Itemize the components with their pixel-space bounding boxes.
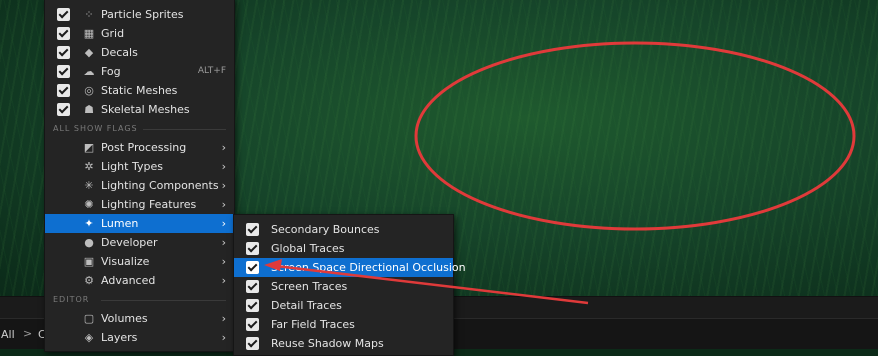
- menu-item-label: Light Types: [101, 160, 163, 173]
- submenu-item-reuse-shadow-maps[interactable]: Reuse Shadow Maps: [234, 334, 453, 353]
- section-header-label: EDITOR: [53, 295, 90, 304]
- checkbox-icon[interactable]: [57, 65, 70, 78]
- menu-item-fog[interactable]: ☁ Fog ALT+F: [45, 62, 234, 81]
- grid-icon: ▦: [83, 27, 95, 40]
- submenu-item-screen-traces[interactable]: Screen Traces: [234, 277, 453, 296]
- section-divider: [143, 129, 226, 130]
- section-divider: [101, 300, 226, 301]
- chevron-right-icon: ›: [221, 160, 226, 173]
- menu-item-layers[interactable]: ◈ Layers ›: [45, 328, 234, 347]
- skeletal-mesh-icon: ☗: [84, 103, 94, 116]
- chevron-right-icon: ›: [221, 312, 226, 325]
- menu-item-label: Layers: [101, 331, 138, 344]
- menu-item-label: Grid: [101, 27, 125, 40]
- light-types-icon: ✲: [84, 160, 94, 173]
- lumen-submenu: Secondary Bounces Global Traces Screen S…: [233, 214, 466, 356]
- section-header-editor: EDITOR: [53, 293, 226, 307]
- menu-item-advanced[interactable]: ⚙ Advanced ›: [45, 271, 234, 290]
- fog-icon: ☁: [83, 65, 95, 78]
- menu-item-label: Particle Sprites: [101, 8, 184, 21]
- chevron-right-icon: ›: [221, 141, 226, 154]
- menu-item-label: Volumes: [101, 312, 148, 325]
- sparkles-icon: ⁘: [84, 8, 94, 21]
- checkbox-icon[interactable]: [57, 27, 70, 40]
- menu-item-lumen[interactable]: ✦ Lumen ›: [45, 214, 234, 233]
- lighting-components-icon: ✳: [84, 179, 94, 192]
- submenu-item-global-traces[interactable]: Global Traces: [234, 239, 453, 258]
- chevron-right-icon: ›: [221, 198, 226, 211]
- checkbox-icon[interactable]: [246, 223, 259, 236]
- submenu-item-detail-traces[interactable]: Detail Traces: [234, 296, 453, 315]
- section-header-all-show-flags: ALL SHOW FLAGS: [53, 122, 226, 136]
- menu-item-label: Secondary Bounces: [271, 223, 380, 236]
- menu-item-label: Lighting Components: [101, 179, 219, 192]
- menu-item-label: Post Processing: [101, 141, 187, 154]
- chevron-right-icon: ›: [221, 236, 226, 249]
- shortcut-label: ALT+F: [197, 66, 226, 76]
- chevron-right-icon: ›: [221, 255, 226, 268]
- menu-item-static-meshes[interactable]: ◎ Static Meshes: [45, 81, 234, 100]
- menu-item-label: Visualize: [101, 255, 150, 268]
- menu-item-label: Screen Space Directional Occlusion: [271, 261, 466, 274]
- menu-item-lighting-features[interactable]: ✺ Lighting Features ›: [45, 195, 234, 214]
- menu-item-label: Decals: [101, 46, 138, 59]
- submenu-item-screen-space-directional-occlusion[interactable]: Screen Space Directional Occlusion: [234, 258, 466, 277]
- show-flags-menu: ⁘ Particle Sprites ▦ Grid ◆ Decals ☁ Fog…: [44, 0, 235, 352]
- checkbox-icon[interactable]: [57, 46, 70, 59]
- menu-item-label: Reuse Shadow Maps: [271, 337, 384, 350]
- chevron-right-icon: ›: [221, 179, 226, 192]
- menu-item-label: Detail Traces: [271, 299, 342, 312]
- menu-item-light-types[interactable]: ✲ Light Types ›: [45, 157, 234, 176]
- content-browser-all-label[interactable]: All: [1, 328, 15, 341]
- checkbox-icon[interactable]: [246, 299, 259, 312]
- menu-item-label: Screen Traces: [271, 280, 348, 293]
- checkbox-icon[interactable]: [246, 242, 259, 255]
- chevron-right-icon: ›: [221, 217, 226, 230]
- menu-item-visualize[interactable]: ▣ Visualize ›: [45, 252, 234, 271]
- volumes-icon: ▢: [83, 312, 95, 325]
- menu-item-developer[interactable]: ● Developer ›: [45, 233, 234, 252]
- visualize-icon: ▣: [83, 255, 95, 268]
- menu-item-label: Fog: [101, 65, 121, 78]
- chevron-right-icon: ›: [221, 274, 226, 287]
- checkbox-icon[interactable]: [57, 103, 70, 116]
- lumen-icon: ✦: [84, 217, 94, 230]
- checkbox-icon[interactable]: [57, 8, 70, 21]
- menu-item-label: Advanced: [101, 274, 156, 287]
- section-header-label: ALL SHOW FLAGS: [53, 124, 138, 133]
- menu-item-grid[interactable]: ▦ Grid: [45, 24, 234, 43]
- menu-item-particle-sprites[interactable]: ⁘ Particle Sprites: [45, 5, 234, 24]
- checkbox-icon[interactable]: [57, 84, 70, 97]
- developer-icon: ●: [84, 236, 94, 249]
- menu-item-label: Lighting Features: [101, 198, 197, 211]
- checkbox-icon[interactable]: [246, 261, 259, 274]
- menu-item-label: Lumen: [101, 217, 139, 230]
- menu-item-post-processing[interactable]: ◩ Post Processing ›: [45, 138, 234, 157]
- submenu-item-secondary-bounces[interactable]: Secondary Bounces: [234, 220, 453, 239]
- menu-item-lighting-components[interactable]: ✳ Lighting Components ›: [45, 176, 234, 195]
- checkbox-icon[interactable]: [246, 280, 259, 293]
- checkbox-icon[interactable]: [246, 337, 259, 350]
- post-processing-icon: ◩: [83, 141, 95, 154]
- menu-item-label: Developer: [101, 236, 158, 249]
- advanced-icon: ⚙: [84, 274, 94, 287]
- lighting-features-icon: ✺: [84, 198, 94, 211]
- decal-icon: ◆: [84, 46, 94, 59]
- layers-icon: ◈: [84, 331, 94, 344]
- menu-item-volumes[interactable]: ▢ Volumes ›: [45, 309, 234, 328]
- breadcrumb-separator-icon: >: [23, 327, 33, 340]
- submenu-item-far-field-traces[interactable]: Far Field Traces: [234, 315, 453, 334]
- menu-item-label: Global Traces: [271, 242, 345, 255]
- menu-item-label: Static Meshes: [101, 84, 178, 97]
- checkbox-icon[interactable]: [246, 318, 259, 331]
- menu-item-skeletal-meshes[interactable]: ☗ Skeletal Meshes: [45, 100, 234, 119]
- chevron-right-icon: ›: [221, 331, 226, 344]
- menu-item-label: Far Field Traces: [271, 318, 355, 331]
- menu-item-decals[interactable]: ◆ Decals: [45, 43, 234, 62]
- menu-item-label: Skeletal Meshes: [101, 103, 190, 116]
- static-mesh-icon: ◎: [84, 84, 94, 97]
